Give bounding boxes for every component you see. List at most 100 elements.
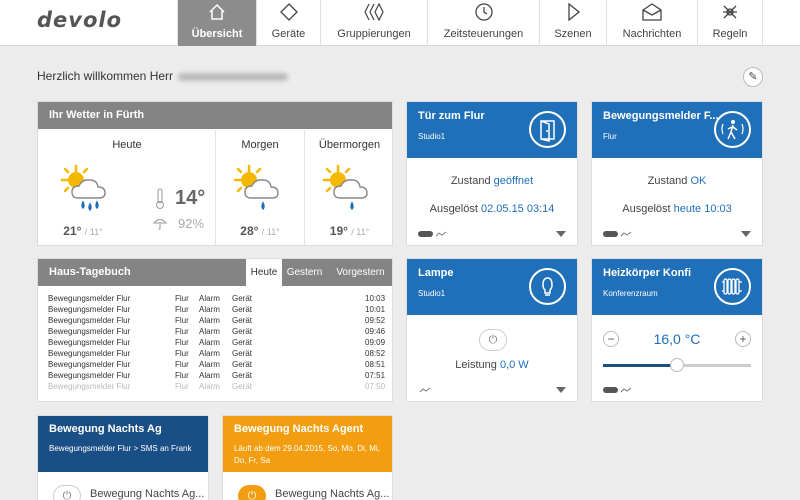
door-sensor-tile[interactable]: Tür zum Flur Studio1 Zustand geöffnet Au…	[406, 101, 578, 246]
weather-title: Ihr Wetter in Fürth	[38, 102, 392, 129]
diary-cell-room: Flur	[175, 338, 189, 347]
lamp-power-toggle[interactable]: ⏻	[479, 329, 507, 351]
diary-cell-device: Bewegungsmelder Flur	[48, 371, 131, 380]
temp-high: 19°	[329, 224, 348, 238]
diary-cell-type: Alarm	[199, 382, 220, 391]
diary-row: Bewegungsmelder Flur Flur Alarm Gerät 07:50	[48, 382, 385, 393]
rule-power-toggle[interactable]: ⏻	[53, 485, 81, 500]
battery-signal-icon	[418, 231, 447, 237]
humidity: 92%	[178, 216, 205, 231]
top-navigation: devolo Übersicht Geräte Gruppierungen Ze…	[0, 0, 800, 46]
diary-tab-today[interactable]: Heute	[246, 259, 282, 286]
diary-row: Bewegungsmelder Flur Flur Alarm Gerät 10:01	[48, 305, 385, 316]
diary-cell-room: Flur	[175, 371, 189, 380]
diary-cell-device: Bewegungsmelder Flur	[48, 382, 131, 391]
diary-cell-room: Flur	[175, 349, 189, 358]
pencil-icon: ✎	[748, 71, 758, 83]
chevron-down-icon[interactable]	[741, 231, 751, 237]
rule-title: Bewegung Nachts Ag	[49, 423, 162, 435]
heater-tile[interactable]: Heizkörper Konfi Konferenzraum − 16,0 °C…	[591, 258, 763, 402]
weather-tomorrow: Morgen 28° / 11°	[216, 130, 305, 245]
chevron-down-icon[interactable]	[556, 231, 566, 237]
lamp-power: Leistung 0,0 W	[407, 359, 577, 371]
tile-header: Lampe Studio1	[407, 259, 577, 315]
temp-high: 21°	[63, 224, 82, 238]
diary-tab-day-before[interactable]: Vorgestern	[327, 259, 392, 286]
diary-cell-time: 10:01	[365, 305, 386, 314]
rule-header: Bewegung Nachts Ag Bewegungsmelder Flur …	[38, 416, 208, 472]
rule-subtitle: Läuft ab dem 29.04.2015, So, Mo, Di, Mi,…	[234, 444, 380, 465]
state-value: OK	[690, 175, 707, 187]
tile-header: Heizkörper Konfi Konferenzraum	[592, 259, 762, 315]
temp-low: / 11°	[84, 227, 103, 237]
tab-geraete[interactable]: Geräte	[256, 0, 320, 46]
diary-cell-device: Bewegungsmelder Flur	[48, 349, 131, 358]
play-icon	[540, 2, 606, 22]
diary-cell-time: 08:51	[365, 360, 386, 369]
weather-today: Heute 14° 92% 21° / 11°	[38, 130, 216, 245]
diary-cell-src: Gerät	[232, 382, 253, 391]
diary-tab-yesterday[interactable]: Gestern	[282, 259, 327, 286]
tab-nachrichten[interactable]: Nachrichten	[606, 0, 697, 46]
clock-icon	[428, 2, 539, 22]
rule-card-1[interactable]: Bewegung Nachts Ag Bewegungsmelder Flur …	[37, 415, 209, 500]
increase-temp-button[interactable]: +	[735, 331, 751, 347]
tab-szenen[interactable]: Szenen	[539, 0, 606, 46]
slider-fill	[603, 364, 677, 367]
diary-cell-type: Alarm	[199, 327, 220, 336]
rule-card-2[interactable]: Bewegung Nachts Agent Läuft ab dem 29.04…	[222, 415, 393, 500]
tab-regeln[interactable]: Regeln	[697, 0, 763, 46]
edit-dashboard-button[interactable]: ✎	[743, 67, 763, 87]
diary-cell-room: Flur	[175, 305, 189, 314]
envelope-icon	[607, 2, 697, 22]
battery-signal-icon	[603, 231, 632, 237]
tab-label: Übersicht	[191, 28, 243, 40]
diary-title: Haus-Tagebuch	[49, 266, 131, 278]
diary-cell-src: Gerät	[232, 360, 253, 369]
diary-cell-room: Flur	[175, 382, 189, 391]
tab-label: Zeitsteuerungen	[443, 28, 524, 40]
diary-cell-room: Flur	[175, 316, 189, 325]
diary-cell-src: Gerät	[232, 371, 253, 380]
tab-gruppierungen[interactable]: Gruppierungen	[320, 0, 427, 46]
redacted-name	[178, 72, 289, 81]
diary-cell-time: 09:46	[365, 327, 386, 336]
diamond-icon	[257, 2, 320, 22]
today-temp: 21° / 11°	[38, 224, 128, 238]
lamp-tile[interactable]: Lampe Studio1 ⏻ Leistung 0,0 W	[406, 258, 578, 402]
weather-card: Ihr Wetter in Fürth Heute 14° 92% 21° / …	[37, 101, 393, 246]
power-icon: ⏻	[247, 490, 257, 500]
diary-cell-time: 08:52	[365, 349, 386, 358]
diary-cell-time: 09:09	[365, 338, 386, 347]
slider-knob[interactable]	[670, 358, 684, 372]
diary-row: Bewegungsmelder Flur Flur Alarm Gerät 10:03	[48, 294, 385, 305]
tab-zeitsteuerungen[interactable]: Zeitsteuerungen	[427, 0, 539, 46]
tab-label: Geräte	[271, 28, 306, 40]
diary-cell-src: Gerät	[232, 327, 253, 336]
power-label: Leistung	[455, 359, 497, 371]
rules-icon	[698, 2, 762, 22]
temperature-slider[interactable]	[603, 358, 751, 372]
chevron-down-icon[interactable]	[556, 387, 566, 393]
diary-cell-device: Bewegungsmelder Flur	[48, 327, 131, 336]
devolo-logo: devolo	[37, 8, 123, 32]
rule-header: Bewegung Nachts Agent Läuft ab dem 29.04…	[223, 416, 392, 472]
motion-person-icon	[714, 111, 751, 148]
diary-cell-device: Bewegungsmelder Flur	[48, 294, 131, 303]
greeting-text: Herzlich willkommen Herr	[37, 69, 174, 83]
door-state: Zustand geöffnet	[407, 175, 577, 187]
trigger-label: Ausgelöst	[429, 203, 478, 215]
motion-state: Zustand OK	[592, 175, 762, 187]
tomorrow-temp: 28° / 11°	[216, 224, 304, 238]
radiator-icon	[714, 268, 751, 305]
rule-power-toggle[interactable]: ⏻	[238, 485, 266, 500]
diary-cell-type: Alarm	[199, 305, 220, 314]
tab-uebersicht[interactable]: Übersicht	[177, 0, 256, 46]
motion-sensor-tile[interactable]: Bewegungsmelder F... Flur Zustand OK Aus…	[591, 101, 763, 246]
diary-cell-device: Bewegungsmelder Flur	[48, 338, 131, 347]
weather-day-label: Übermorgen	[318, 139, 381, 151]
rule-subtitle: Bewegungsmelder Flur > SMS an Frank	[49, 444, 192, 453]
diary-row: Bewegungsmelder Flur Flur Alarm Gerät 07:51	[48, 371, 385, 382]
temp-high: 28°	[240, 224, 259, 238]
tab-label: Nachrichten	[622, 28, 682, 40]
